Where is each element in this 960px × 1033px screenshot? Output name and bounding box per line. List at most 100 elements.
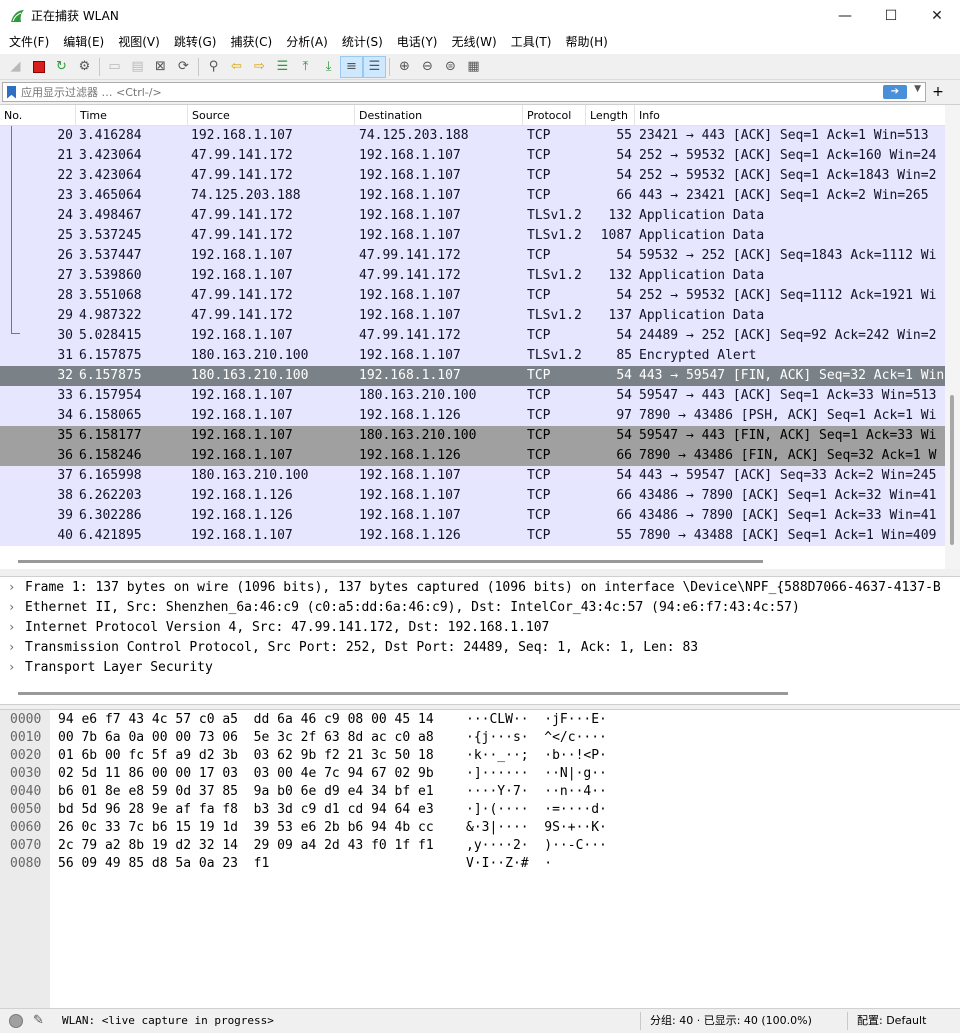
bytes-ascii[interactable]: &·3|···· 9S·+··K· <box>466 819 607 837</box>
capture-comment-icon[interactable]: ✎ <box>33 1009 44 1033</box>
go-to-packet-icon[interactable]: ☰ <box>271 56 294 78</box>
expand-chevron-icon[interactable]: › <box>8 597 25 617</box>
maximize-button[interactable]: ☐ <box>868 0 914 31</box>
zoom-out-icon[interactable]: ⊖ <box>416 56 439 78</box>
profile-text[interactable]: 配置: Default <box>857 1009 926 1033</box>
zoom-in-icon[interactable]: ⊕ <box>393 56 416 78</box>
expert-info-led-icon[interactable] <box>9 1014 23 1028</box>
menu-help[interactable]: 帮助(H) <box>558 31 614 54</box>
bytes-hex[interactable]: b6 01 8e e8 59 0d 37 85 9a b0 6e d9 e4 3… <box>58 783 434 801</box>
bytes-ascii[interactable]: ·]·(···· ·=····d· <box>466 801 607 819</box>
menu-capture[interactable]: 捕获(C) <box>223 31 279 54</box>
menu-file[interactable]: 文件(F) <box>2 31 56 54</box>
packet-row[interactable]: 23 3.465064 74.125.203.188 192.168.1.107 TCP… <box>0 186 945 206</box>
detail-row-ip[interactable]: › Internet Protocol Version 4, Src: 47.99… <box>0 617 960 637</box>
packet-row[interactable]: 31 6.157875 180.163.210.100 192.168.1.107 TL… <box>0 346 945 366</box>
bookmark-icon[interactable] <box>7 85 16 99</box>
close-button[interactable]: ✕ <box>914 0 960 31</box>
first-packet-icon[interactable]: ⤒ <box>294 56 317 78</box>
packet-row[interactable]: 33 6.157954 192.168.1.107 180.163.210.100 TC… <box>0 386 945 406</box>
pane-splitter[interactable] <box>0 569 960 577</box>
bytes-offset[interactable]: 0010 <box>10 729 50 747</box>
close-file-icon[interactable]: ⊠ <box>149 56 172 78</box>
detail-row-tls[interactable]: › Transport Layer Security <box>0 657 960 677</box>
packet-row[interactable]: 38 6.262203 192.168.1.126 192.168.1.107 TCP 6… <box>0 486 945 506</box>
normal-size-icon[interactable]: ⊜ <box>439 56 462 78</box>
go-back-icon[interactable]: ⇦ <box>225 56 248 78</box>
column-header-source[interactable]: Source <box>188 105 355 126</box>
bytes-offset[interactable]: 0050 <box>10 801 50 819</box>
packet-row[interactable]: 24 3.498467 47.99.141.172 192.168.1.107 TLSv… <box>0 206 945 226</box>
bytes-ascii[interactable]: ····Y·7· ··n··4·· <box>466 783 607 801</box>
packet-row[interactable]: 35 6.158177 192.168.1.107 180.163.210.100 TC… <box>0 426 945 446</box>
apply-filter-arrow-icon[interactable]: ➔ <box>883 85 907 99</box>
find-packet-icon[interactable]: ⚲ <box>202 56 225 78</box>
reload-icon[interactable]: ⟳ <box>172 56 195 78</box>
packet-row[interactable]: 20 3.416284 192.168.1.107 74.125.203.188 TCP… <box>0 126 945 146</box>
menu-telephony[interactable]: 电话(Y) <box>390 31 445 54</box>
details-horizontal-scrollbar[interactable] <box>18 692 788 695</box>
packet-row[interactable]: 34 6.158065 192.168.1.107 192.168.1.126 TCP 9… <box>0 406 945 426</box>
packet-row[interactable]: 36 6.158246 192.168.1.107 192.168.1.126 TCP 6… <box>0 446 945 466</box>
packet-row[interactable]: 30 5.028415 192.168.1.107 47.99.141.172 TCP 5… <box>0 326 945 346</box>
packet-row[interactable]: 27 3.539860 192.168.1.107 47.99.141.172 TLSv… <box>0 266 945 286</box>
packet-row[interactable]: 39 6.302286 192.168.1.126 192.168.1.107 TCP 6… <box>0 506 945 526</box>
bytes-hex[interactable]: 00 7b 6a 0a 00 00 73 06 5e 3c 2f 63 8d a… <box>58 729 434 747</box>
start-capture-icon[interactable]: ◢ <box>4 56 27 78</box>
filter-history-dropdown-icon[interactable]: ▼ <box>914 84 921 94</box>
resize-columns-icon[interactable]: ▦ <box>462 56 485 78</box>
bytes-offset[interactable]: 0020 <box>10 747 50 765</box>
bytes-offset[interactable]: 0040 <box>10 783 50 801</box>
bytes-hex[interactable]: 26 0c 33 7c b6 15 19 1d 39 53 e6 2b b6 9… <box>58 819 434 837</box>
packet-row[interactable]: 40 6.421895 192.168.1.107 192.168.1.126 TCP 5… <box>0 526 945 546</box>
bytes-hex[interactable]: 56 09 49 85 d8 5a 0a 23 f1 <box>58 855 269 873</box>
bytes-hex[interactable]: bd 5d 96 28 9e af fa f8 b3 3d c9 d1 cd 9… <box>58 801 434 819</box>
bytes-hex[interactable]: 2c 79 a2 8b 19 d2 32 14 29 09 a4 2d 43 f… <box>58 837 434 855</box>
packet-row[interactable]: 25 3.537245 47.99.141.172 192.168.1.107 TLSv… <box>0 226 945 246</box>
bytes-hex[interactable]: 01 6b 00 fc 5f a9 d2 3b 03 62 9b f2 21 3… <box>58 747 434 765</box>
expand-chevron-icon[interactable]: › <box>8 617 25 637</box>
menu-view[interactable]: 视图(V) <box>111 31 167 54</box>
display-filter-input[interactable] <box>21 83 821 101</box>
packet-row[interactable]: 26 3.537447 192.168.1.107 47.99.141.172 TCP 5… <box>0 246 945 266</box>
stop-capture-icon[interactable] <box>27 56 50 78</box>
packet-row[interactable]: 32 6.157875 180.163.210.100 192.168.1.107 TC… <box>0 366 945 386</box>
menu-go[interactable]: 跳转(G) <box>167 31 224 54</box>
save-file-icon[interactable]: ▤ <box>126 56 149 78</box>
expand-chevron-icon[interactable]: › <box>8 577 25 597</box>
bytes-hex[interactable]: 94 e6 f7 43 4c 57 c0 a5 dd 6a 46 c9 08 0… <box>58 711 434 729</box>
packet-row[interactable]: 22 3.423064 47.99.141.172 192.168.1.107 TCP 5… <box>0 166 945 186</box>
menu-edit[interactable]: 编辑(E) <box>56 31 111 54</box>
expand-chevron-icon[interactable]: › <box>8 637 25 657</box>
bytes-offset[interactable]: 0080 <box>10 855 50 873</box>
minimize-button[interactable]: — <box>822 0 868 31</box>
last-packet-icon[interactable]: ⤓ <box>317 56 340 78</box>
expand-chevron-icon[interactable]: › <box>8 657 25 677</box>
menu-tools[interactable]: 工具(T) <box>504 31 559 54</box>
bytes-ascii[interactable]: ·k··_··; ·b··!<P· <box>466 747 607 765</box>
column-header-time[interactable]: Time <box>76 105 188 126</box>
bytes-hex[interactable]: 02 5d 11 86 00 00 17 03 03 00 4e 7c 94 6… <box>58 765 434 783</box>
column-header-length[interactable]: Length <box>586 105 635 126</box>
scrollbar-thumb[interactable] <box>950 395 954 545</box>
bytes-ascii[interactable]: ,y····2· )··-C··· <box>466 837 607 855</box>
go-forward-icon[interactable]: ⇨ <box>248 56 271 78</box>
detail-row-tcp[interactable]: › Transmission Control Protocol, Src Port… <box>0 637 960 657</box>
bytes-offset[interactable]: 0030 <box>10 765 50 783</box>
bytes-offset[interactable]: 0060 <box>10 819 50 837</box>
open-file-icon[interactable]: ▭ <box>103 56 126 78</box>
detail-row-frame[interactable]: › Frame 1: 137 bytes on wire (1096 bits),… <box>0 577 960 597</box>
menu-analyze[interactable]: 分析(A) <box>279 31 335 54</box>
bytes-offset[interactable]: 0000 <box>10 711 50 729</box>
column-header-protocol[interactable]: Protocol <box>523 105 586 126</box>
bytes-offset[interactable]: 0070 <box>10 837 50 855</box>
auto-scroll-icon[interactable]: ≡ <box>340 55 363 78</box>
packet-list-horizontal-scrollbar[interactable] <box>18 560 763 563</box>
restart-capture-icon[interactable]: ↻ <box>50 56 73 78</box>
packet-row[interactable]: 21 3.423064 47.99.141.172 192.168.1.107 TCP 5… <box>0 146 945 166</box>
detail-row-ethernet[interactable]: › Ethernet II, Src: Shenzhen_6a:46:c9 (c0… <box>0 597 960 617</box>
capture-options-icon[interactable]: ⚙ <box>73 56 96 78</box>
bytes-ascii[interactable]: V·I··Z·# · <box>466 855 552 873</box>
column-header-no[interactable]: No. <box>0 105 76 126</box>
packet-list-vertical-scrollbar[interactable] <box>945 105 960 569</box>
